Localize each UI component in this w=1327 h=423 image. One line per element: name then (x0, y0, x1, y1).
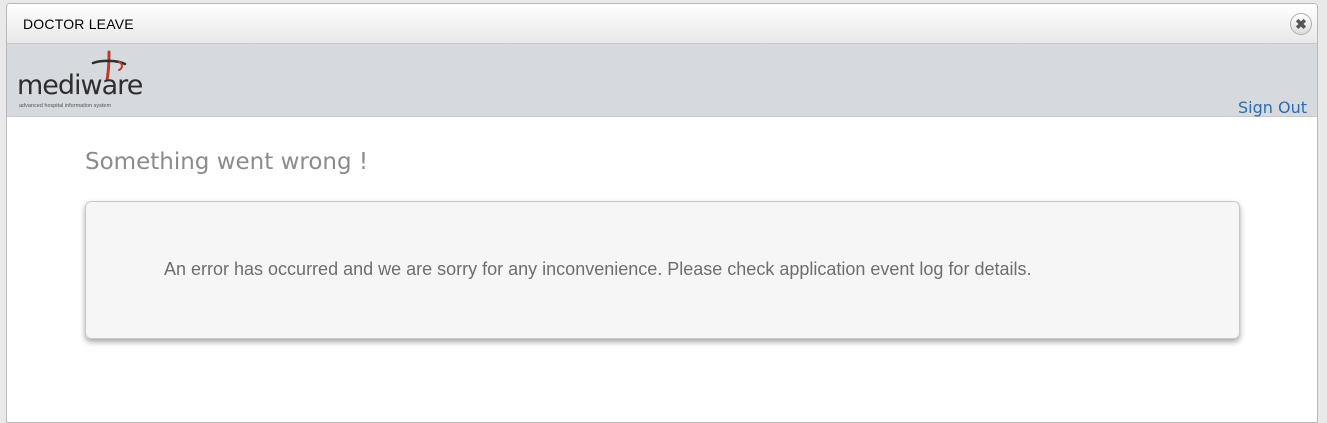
logo-tagline: advanced hospital information system (19, 103, 112, 109)
dialog-titlebar: DOCTOR LEAVE ✖ (7, 4, 1317, 44)
mediware-logo: mediware advanced hospital information s… (17, 50, 157, 112)
close-icon: ✖ (1295, 16, 1307, 32)
error-message-box: An error has occurred and we are sorry f… (85, 201, 1240, 339)
error-message: An error has occurred and we are sorry f… (164, 259, 1032, 279)
error-title: Something went wrong ! (85, 149, 369, 175)
sign-out-link[interactable]: Sign Out (1238, 98, 1307, 117)
error-content: Something went wrong ! An error has occu… (7, 117, 1317, 417)
logo-wordmark: mediware (17, 70, 143, 101)
close-button[interactable]: ✖ (1290, 13, 1312, 35)
dialog-title: DOCTOR LEAVE (23, 16, 134, 32)
app-header: mediware advanced hospital information s… (7, 44, 1317, 117)
doctor-leave-dialog: DOCTOR LEAVE ✖ mediware advanced hospita… (6, 3, 1318, 423)
